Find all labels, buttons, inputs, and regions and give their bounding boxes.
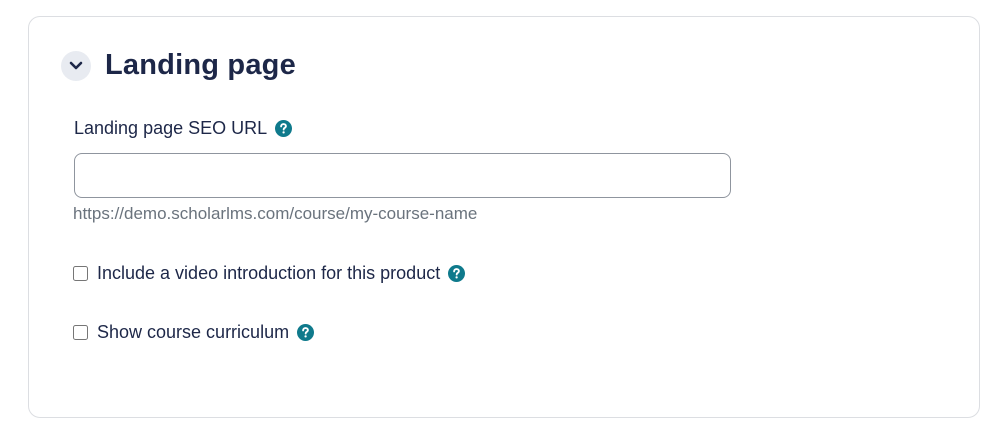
collapse-toggle-button[interactable] xyxy=(61,50,91,81)
question-circle-icon[interactable] xyxy=(275,120,293,137)
seo-url-label-row: Landing page SEO URL xyxy=(74,118,293,139)
chevron-down-icon xyxy=(69,61,83,71)
seo-url-hint: https://demo.scholarlms.com/course/my-co… xyxy=(73,204,478,223)
section-title: Landing page xyxy=(105,49,296,81)
show-curriculum-option: Show course curriculum xyxy=(73,322,315,343)
seo-url-input[interactable] xyxy=(74,153,731,198)
video-intro-option: Include a video introduction for this pr… xyxy=(73,263,466,284)
video-intro-checkbox[interactable] xyxy=(73,266,88,281)
landing-page-card: Landing page Landing page SEO URL https:… xyxy=(28,16,980,418)
show-curriculum-label[interactable]: Show course curriculum xyxy=(97,322,289,343)
question-circle-icon[interactable] xyxy=(448,265,466,282)
show-curriculum-checkbox[interactable] xyxy=(73,325,88,340)
seo-url-label: Landing page SEO URL xyxy=(74,118,268,138)
section-header: Landing page xyxy=(61,49,296,82)
video-intro-label[interactable]: Include a video introduction for this pr… xyxy=(97,263,440,284)
question-circle-icon[interactable] xyxy=(297,324,315,341)
